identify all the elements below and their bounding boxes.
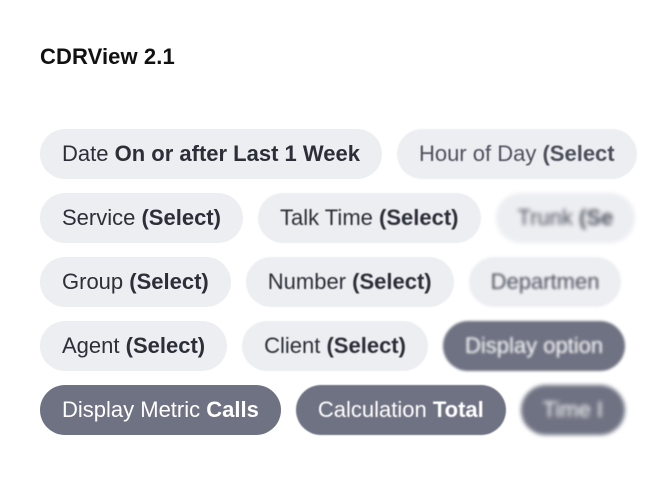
app-title: CDRView 2.1 — [40, 44, 175, 69]
filter-row-2: Service (Select) Talk Time (Select) Trun… — [40, 193, 666, 243]
date-filter-label: Date — [62, 141, 109, 166]
time-interval-label: Time I — [542, 397, 604, 422]
group-filter-chip[interactable]: Group (Select) — [40, 257, 231, 307]
department-filter-label: Departmen — [490, 269, 600, 294]
agent-filter-chip[interactable]: Agent (Select) — [40, 321, 228, 371]
group-filter-value: (Select) — [129, 269, 209, 294]
time-interval-chip[interactable]: Time I — [520, 385, 626, 435]
service-filter-value: (Select) — [141, 205, 221, 230]
calculation-label: Calculation — [317, 397, 427, 422]
date-filter-value: On or after Last 1 Week — [114, 141, 360, 166]
hour-of-day-filter-chip[interactable]: Hour of Day (Select — [396, 129, 637, 179]
trunk-filter-label: Trunk — [517, 205, 573, 230]
talk-time-filter-label: Talk Time — [279, 205, 373, 230]
filter-row-1: Date On or after Last 1 Week Hour of Day… — [40, 129, 666, 179]
hour-of-day-filter-value: (Select — [542, 141, 615, 166]
calculation-chip[interactable]: Calculation Total — [295, 385, 506, 435]
number-filter-chip[interactable]: Number (Select) — [245, 257, 454, 307]
service-filter-chip[interactable]: Service (Select) — [40, 193, 243, 243]
agent-filter-value: (Select) — [125, 333, 206, 358]
talk-time-filter-value: (Select) — [379, 205, 459, 230]
department-filter-chip[interactable]: Departmen — [468, 257, 622, 307]
group-filter-label: Group — [62, 269, 124, 294]
filter-row-3: Group (Select) Number (Select) Departmen — [40, 257, 666, 307]
filter-row-5: Display Metric Calls Calculation Total T… — [40, 385, 666, 435]
display-metric-label: Display Metric — [62, 397, 201, 422]
date-filter-chip[interactable]: Date On or after Last 1 Week — [40, 129, 382, 179]
display-options-label: Display option — [464, 333, 604, 358]
trunk-filter-value: (Se — [579, 205, 614, 230]
talk-time-filter-chip[interactable]: Talk Time (Select) — [257, 193, 481, 243]
filter-row-4: Agent (Select) Client (Select) Display o… — [40, 321, 666, 371]
display-options-chip[interactable]: Display option — [442, 321, 626, 371]
service-filter-label: Service — [62, 205, 136, 230]
number-filter-label: Number — [267, 269, 347, 294]
client-filter-chip[interactable]: Client (Select) — [242, 321, 428, 371]
hour-of-day-filter-label: Hour of Day — [418, 141, 537, 166]
client-filter-label: Client — [264, 333, 321, 358]
display-metric-chip[interactable]: Display Metric Calls — [40, 385, 281, 435]
client-filter-value: (Select) — [326, 333, 406, 358]
filter-chip-panel: Date On or after Last 1 Week Hour of Day… — [40, 129, 666, 449]
agent-filter-label: Agent — [62, 333, 120, 358]
number-filter-value: (Select) — [352, 269, 432, 294]
display-metric-value: Calls — [206, 397, 259, 422]
calculation-value: Total — [432, 397, 484, 422]
trunk-filter-chip[interactable]: Trunk (Se — [495, 193, 636, 243]
